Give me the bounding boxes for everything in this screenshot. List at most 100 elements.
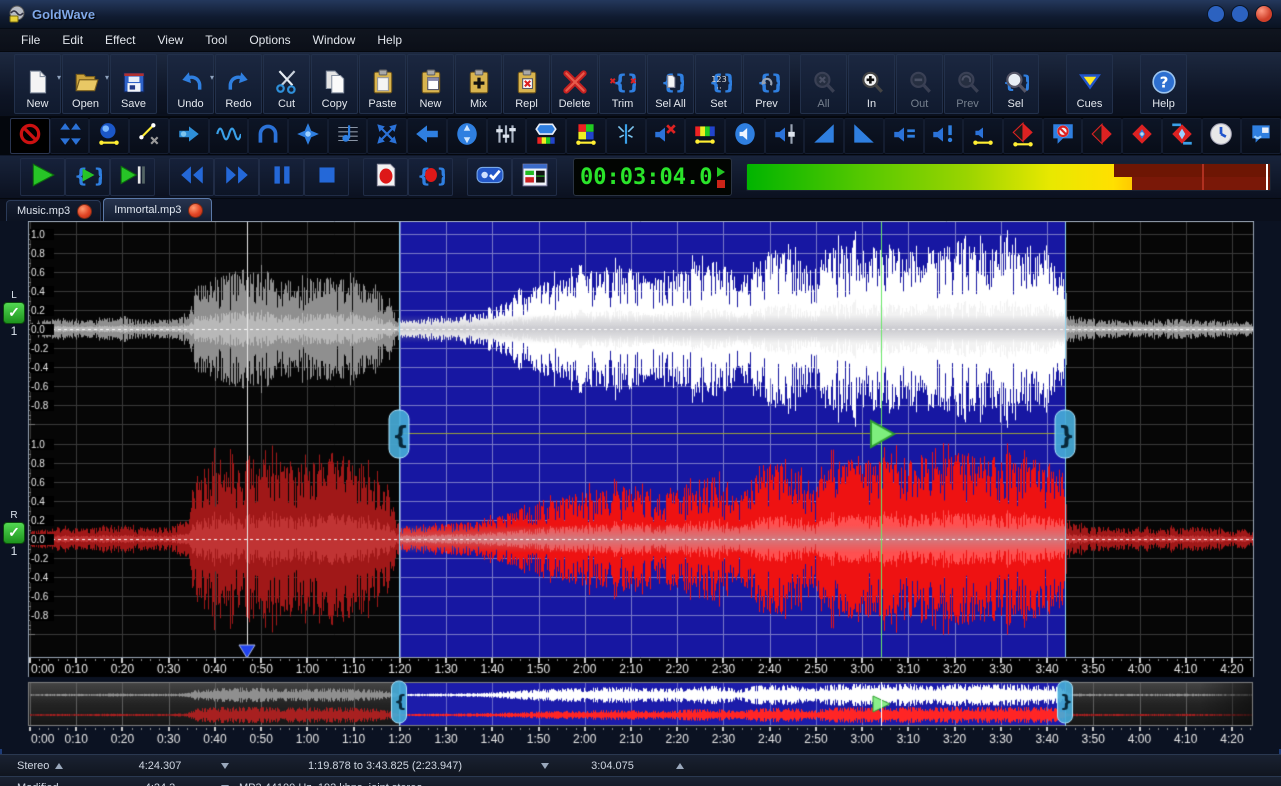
sel-zoom-selection-button[interactable]: {}Sel [992,54,1039,114]
minimize-button[interactable] [1207,5,1225,23]
fast-forward-button[interactable] [214,158,259,196]
record-button[interactable] [363,158,408,196]
remote-monitor-effect-button[interactable] [1241,118,1281,154]
prev-zoom-previous-button[interactable]: Prev [944,54,991,114]
total-length-cell: 4:24.307 [105,755,215,776]
out-zoom-out-button[interactable]: Out [896,54,943,114]
tab-immortal-mp3[interactable]: Immortal.mp3 [103,198,213,221]
right-channel-checkbox[interactable]: ✓ [3,522,25,544]
menu-file[interactable]: File [10,31,51,49]
mix-clipboard-mix-button[interactable]: Mix [455,54,502,114]
volume-effect-button[interactable] [724,118,765,154]
equalizer-effect-button[interactable] [486,118,527,154]
smoother-icon [613,121,639,152]
pause-button[interactable] [259,158,304,196]
tab-music-mp3[interactable]: Music.mp3 [6,200,102,221]
playback-rate-icon [1208,121,1234,152]
menu-tool[interactable]: Tool [194,31,238,49]
all-zoom-all-button[interactable]: All [800,54,847,114]
spectrum-icon [692,121,718,152]
dropdown-arrow-icon[interactable]: ▾ [105,73,109,82]
sel-all-select-all-braces-button[interactable]: {}Sel All [647,54,694,114]
reverse-effect-button[interactable] [407,118,447,154]
menu-view[interactable]: View [147,31,195,49]
stereo-field-effect-button[interactable] [1161,118,1202,154]
flanger-effect-button[interactable] [208,118,249,154]
record-selection-button[interactable]: {} [408,158,453,196]
play-to-end-button[interactable] [110,158,155,196]
smoother-effect-button[interactable] [605,118,646,154]
menu-help[interactable]: Help [366,31,413,49]
invert-effect-button[interactable] [248,118,289,154]
offset-effect-button[interactable] [168,118,209,154]
monitor-button[interactable] [467,158,512,196]
noise-reduction-effect-button[interactable] [1042,118,1083,154]
menu-effect[interactable]: Effect [94,31,146,49]
open-folder-open-button[interactable]: Open ▾ [62,54,109,114]
new-clipboard-new-button[interactable]: New [407,54,454,114]
channel-mode-up-arrow[interactable] [55,762,64,769]
prev-previous-braces-button[interactable]: {}Prev [743,54,790,114]
delete-delete-cross-button[interactable]: Delete [551,54,598,114]
pitch-effect-button[interactable] [446,118,487,154]
reduce-vocals-effect-button[interactable] [1122,118,1162,154]
copy-copy-pages-button[interactable]: Copy [311,54,358,114]
play-button[interactable] [20,158,65,196]
help-help-question-button[interactable]: ? Help [1140,54,1187,114]
mapper-effect-button[interactable] [129,118,169,154]
menu-options[interactable]: Options [238,31,301,49]
dropdown-arrow-icon[interactable]: ▾ [210,73,214,82]
change-volume-effect-button[interactable] [764,118,805,154]
close-button[interactable] [1255,5,1273,23]
undo-undo-arrow-button[interactable]: Undo ▾ [167,54,214,114]
shape-volume-effect-button[interactable] [963,118,1003,154]
fade-out-effect-button[interactable] [844,118,884,154]
selection-range-down-arrow[interactable] [541,762,549,769]
total-length-down-arrow[interactable] [221,762,229,769]
paste-clipboard-paste-button[interactable]: Paste [359,54,406,114]
echo-effect-button[interactable] [288,118,328,154]
play-selection-button[interactable]: {} [65,158,110,196]
overview-canvas[interactable] [0,679,1281,749]
pause-icon [268,162,296,193]
maximize-volume-effect-button[interactable] [923,118,964,154]
spectrum-effect-button[interactable] [685,118,725,154]
match-volume-effect-button[interactable] [883,118,924,154]
tab-close-button[interactable] [77,203,93,219]
menu-edit[interactable]: Edit [51,31,94,49]
in-zoom-in-button[interactable]: In [848,54,895,114]
trim-trim-braces-button[interactable]: {}Trim [599,54,646,114]
repl-clipboard-replace-button[interactable]: Repl [503,54,550,114]
mechanize-effect-button[interactable] [367,118,408,154]
rewind-button[interactable] [169,158,214,196]
pan-effect-button[interactable] [1002,118,1043,154]
noise-gate-effect-button[interactable] [645,118,686,154]
center-channel-effect-button[interactable] [1082,118,1123,154]
spectrum-filter-effect-button[interactable] [526,118,567,154]
filter-effect-button[interactable] [327,118,368,154]
tab-close-button[interactable] [188,202,204,218]
fade-in-effect-button[interactable] [804,118,845,154]
toolbar-separator [158,54,167,114]
left-channel-checkbox[interactable]: ✓ [3,302,25,324]
stop-button[interactable] [304,158,349,196]
menu-window[interactable]: Window [302,31,367,49]
cut-scissors-button[interactable]: Cut [263,54,310,114]
new-file-new-button[interactable]: New ▾ [14,54,61,114]
cues-cues-marker-button[interactable]: Cues [1066,54,1113,114]
prohibit-effect-button[interactable] [10,118,50,154]
playback-rate-effect-button[interactable] [1201,118,1242,154]
dropdown-arrow-icon[interactable]: ▾ [57,73,61,82]
playback-position-up-arrow[interactable] [676,762,684,769]
save-floppy-save-button[interactable]: Save [110,54,157,114]
redo-redo-arrow-button[interactable]: Redo [215,54,262,114]
maximize-button[interactable] [1231,5,1249,23]
toolbar-button-label: Undo [177,98,204,110]
interpolate-effect-button[interactable] [566,118,606,154]
visuals-button[interactable] [512,158,557,196]
set-set-braces-button[interactable]: {}123..Set [695,54,742,114]
waveform-canvas[interactable] [0,221,1281,679]
doppler-effect-button[interactable] [89,118,130,154]
copy-pages-icon [322,66,348,98]
adjust-updown-effect-button[interactable] [49,118,90,154]
